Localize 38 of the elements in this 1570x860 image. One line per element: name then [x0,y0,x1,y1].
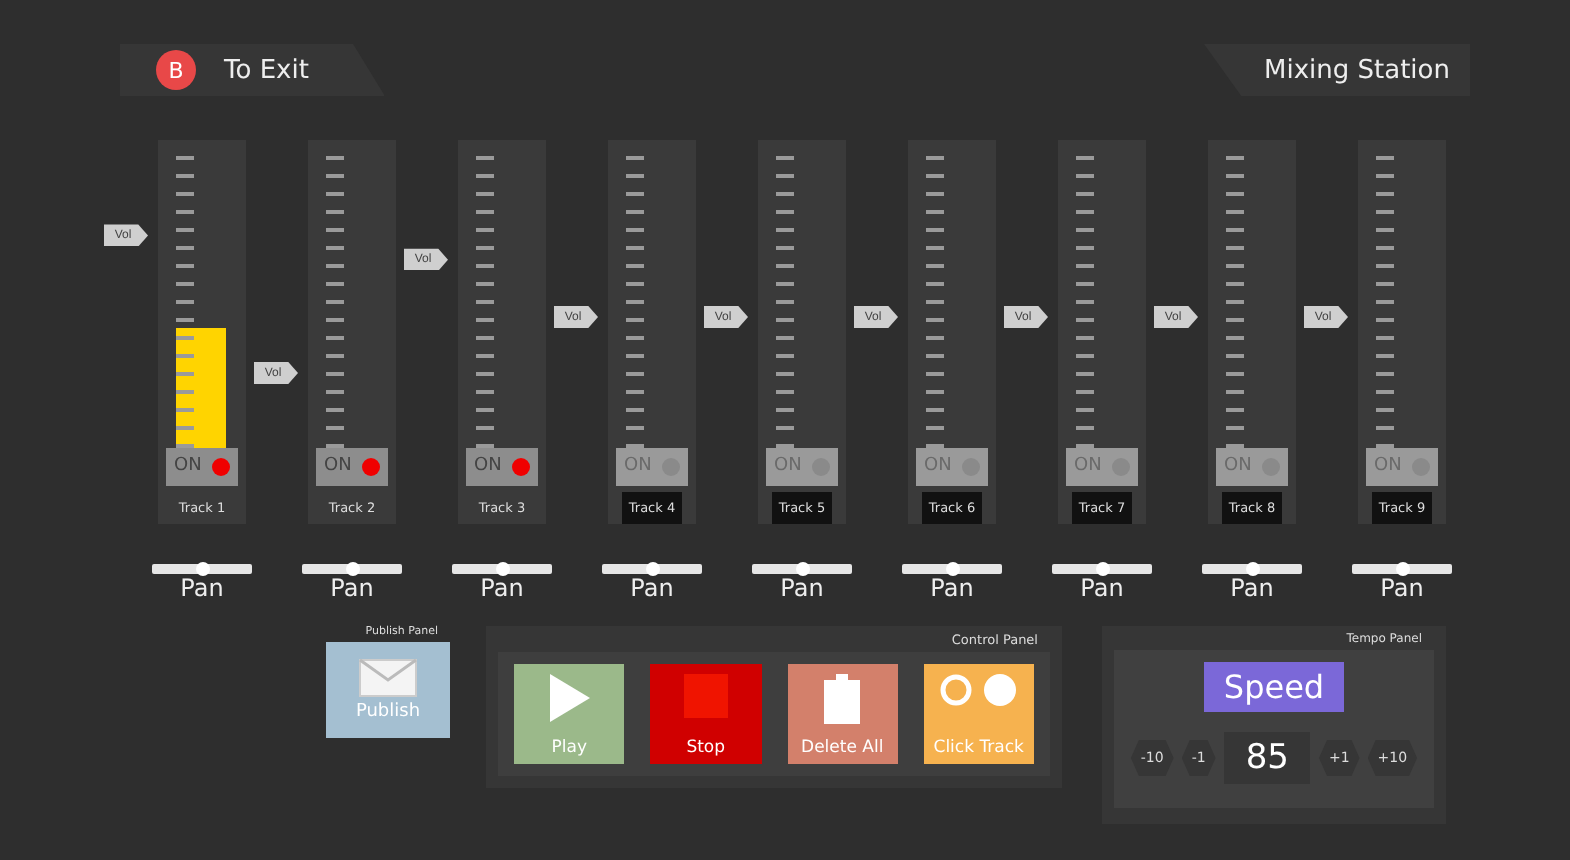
pan-thumb[interactable] [196,562,210,576]
pan-slider[interactable] [302,564,402,574]
pan-label: Pan [780,574,824,602]
speed-label: Speed [1203,662,1345,712]
pan-label: Pan [930,574,974,602]
pan-label: Pan [1080,574,1124,602]
pan-slider[interactable] [1352,564,1452,574]
pan-thumb[interactable] [496,562,510,576]
pan-slider[interactable] [1052,564,1152,574]
pan-label: Pan [480,574,524,602]
pan-label: Pan [630,574,674,602]
stop-button[interactable]: Stop [650,664,761,764]
pan-label: Pan [180,574,224,602]
play-icon [549,674,590,722]
pan-thumb[interactable] [1396,562,1410,576]
pan-thumb[interactable] [796,562,810,576]
pan-thumb[interactable] [946,562,960,576]
pan-label: Pan [330,574,374,602]
pan-thumb[interactable] [346,562,360,576]
pan-thumb[interactable] [1096,562,1110,576]
pan-slider[interactable] [452,564,552,574]
pan-label: Pan [1380,574,1424,602]
envelope-icon [358,658,418,698]
exit-button[interactable]: B To Exit [120,44,385,96]
pan-thumb[interactable] [1246,562,1260,576]
pan-slider[interactable] [602,564,702,574]
pan-slider[interactable] [152,564,252,574]
key-badge: B [156,50,196,90]
pan-label: Pan [1230,574,1274,602]
trash-icon [824,674,861,724]
station-title: Mixing Station [1204,44,1470,96]
pan-slider[interactable] [902,564,1002,574]
stop-icon [683,674,728,718]
pan-slider[interactable] [752,564,852,574]
circles-icon [940,674,1017,706]
pan-thumb[interactable] [646,562,660,576]
tempo-value: 85 [1223,732,1311,784]
pan-slider[interactable] [1202,564,1302,574]
